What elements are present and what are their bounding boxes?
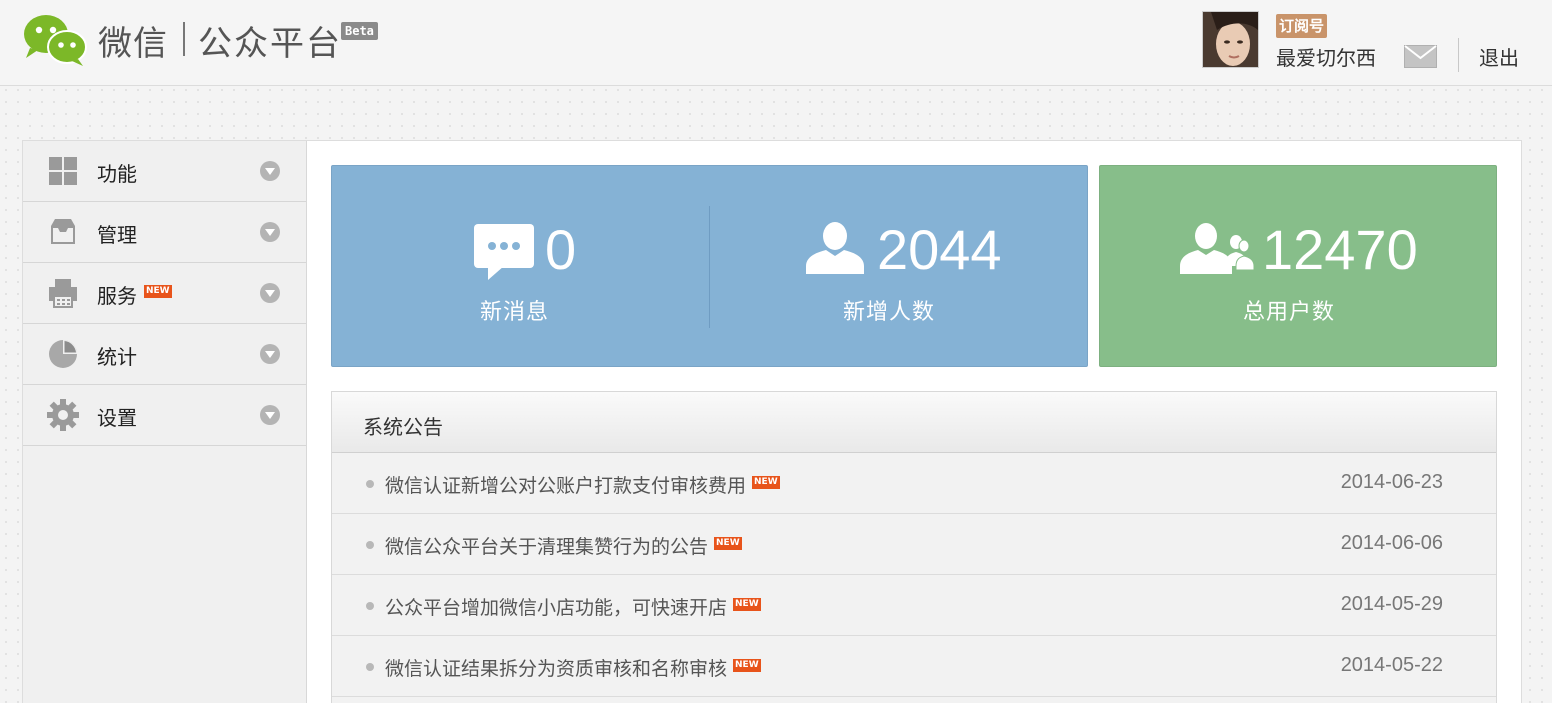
new-messages-label: 新消息 <box>480 300 550 325</box>
sidebar-item-label: 功能 <box>97 162 137 186</box>
users-group-icon <box>1180 223 1255 274</box>
notice-item-title[interactable]: 微信公众平台关于清理集赞行为的公告 <box>385 536 708 558</box>
notice-item[interactable]: 微信认证结果拆分为资质审核和名称审核 NEW 2014-05-22 <box>332 636 1496 697</box>
avatar[interactable] <box>1202 11 1259 68</box>
notice-item[interactable]: 微信公众平台关于清理集赞行为的公告 NEW 2014-06-06 <box>332 514 1496 575</box>
mail-icon[interactable] <box>1404 45 1437 68</box>
new-badge: NEW <box>714 537 742 550</box>
notice-item-date: 2014-06-23 <box>1340 471 1443 493</box>
chevron-down-icon[interactable] <box>259 160 281 182</box>
sidebar-item-statistics[interactable]: 统计 <box>23 324 306 385</box>
new-badge: NEW <box>752 476 780 489</box>
logo-text: 微信 <box>98 24 168 64</box>
notice-item[interactable]: 公众平台增加微信小店功能，可快速开店 NEW 2014-05-29 <box>332 575 1496 636</box>
logo-subtitle: 公众平台 <box>198 24 342 64</box>
notice-item-title[interactable]: 公众平台增加微信小店功能，可快速开店 <box>385 597 727 619</box>
notice-header: 系统公告 <box>332 392 1496 453</box>
notice-item-title[interactable]: 微信认证新增公对公账户打款支付审核费用 <box>385 475 746 497</box>
notice-item-text[interactable]: 微信认证结果拆分为资质审核和名称审核 NEW <box>385 654 761 681</box>
chat-bubble-icon <box>474 224 534 280</box>
pie-chart-icon <box>49 340 77 368</box>
card-divider <box>709 206 710 328</box>
account-type-badge: 订阅号 <box>1276 14 1328 38</box>
beta-badge: Beta <box>341 22 378 40</box>
notice-title: 系统公告 <box>363 415 443 439</box>
logout-link[interactable]: 退出 <box>1479 42 1519 71</box>
sidebar-item-label: 统计 <box>97 345 137 369</box>
printer-icon <box>49 279 77 308</box>
bullet-icon <box>366 663 374 671</box>
notice-item-date: 2014-05-29 <box>1340 593 1443 615</box>
sidebar-item-label: 服务 <box>97 284 137 308</box>
chevron-down-icon[interactable] <box>259 282 281 304</box>
bullet-icon <box>366 541 374 549</box>
gear-icon <box>47 399 79 431</box>
account-name[interactable]: 最爱切尔西 <box>1276 42 1376 71</box>
new-badge: NEW <box>733 598 761 611</box>
stats-card-green: 12470 总用户数 <box>1099 165 1497 367</box>
bullet-icon <box>366 602 374 610</box>
top-header: 微信 公众平台 Beta 订阅号 最爱切尔西 退出 <box>0 0 1552 86</box>
notice-item-date: 2014-06-06 <box>1340 532 1443 554</box>
sidebar-item-manage[interactable]: 管理 <box>23 202 306 263</box>
new-messages-count: 0 <box>545 218 577 281</box>
sidebar: 功能 管理 服务 NEW 统计 设置 <box>23 141 307 703</box>
chevron-down-icon[interactable] <box>259 221 281 243</box>
sidebar-item-label: 设置 <box>97 406 137 430</box>
grid-icon <box>49 157 77 185</box>
total-users-label: 总用户数 <box>1243 300 1336 325</box>
new-users-label: 新增人数 <box>843 300 936 325</box>
notice-item-text[interactable]: 微信认证新增公对公账户打款支付审核费用 NEW <box>385 471 780 498</box>
header-separator <box>1458 38 1459 72</box>
notice-item-text[interactable]: 微信公众平台关于清理集赞行为的公告 NEW <box>385 532 742 559</box>
notice-item-date: 2014-05-22 <box>1340 654 1443 676</box>
bullet-icon <box>366 480 374 488</box>
total-users-count: 12470 <box>1262 218 1418 281</box>
notice-item-title[interactable]: 微信认证结果拆分为资质审核和名称审核 <box>385 658 727 680</box>
sidebar-item-label: 管理 <box>97 223 137 247</box>
logo-separator <box>183 22 185 56</box>
sidebar-item-settings[interactable]: 设置 <box>23 385 306 446</box>
main-container: 功能 管理 服务 NEW 统计 设置 0 新消息 2044 新增人数 12470… <box>22 140 1522 703</box>
notice-item[interactable]: 微信认证新增公对公账户打款支付审核费用 NEW 2014-06-23 <box>332 453 1496 514</box>
notice-item-text[interactable]: 公众平台增加微信小店功能，可快速开店 NEW <box>385 593 761 620</box>
stats-card-blue: 0 新消息 2044 新增人数 <box>331 165 1088 367</box>
new-badge: NEW <box>144 285 172 298</box>
inbox-icon <box>51 219 75 244</box>
sidebar-item-features[interactable]: 功能 <box>23 141 306 202</box>
wechat-logo-icon[interactable] <box>22 12 88 66</box>
chevron-down-icon[interactable] <box>259 343 281 365</box>
new-users-count: 2044 <box>877 218 1002 281</box>
user-icon <box>806 222 864 274</box>
new-badge: NEW <box>733 659 761 672</box>
system-notice-panel: 系统公告 微信认证新增公对公账户打款支付审核费用 NEW 2014-06-23 微… <box>331 391 1497 703</box>
sidebar-item-services[interactable]: 服务 NEW <box>23 263 306 324</box>
chevron-down-icon[interactable] <box>259 404 281 426</box>
avatar-image-icon <box>1203 12 1258 67</box>
